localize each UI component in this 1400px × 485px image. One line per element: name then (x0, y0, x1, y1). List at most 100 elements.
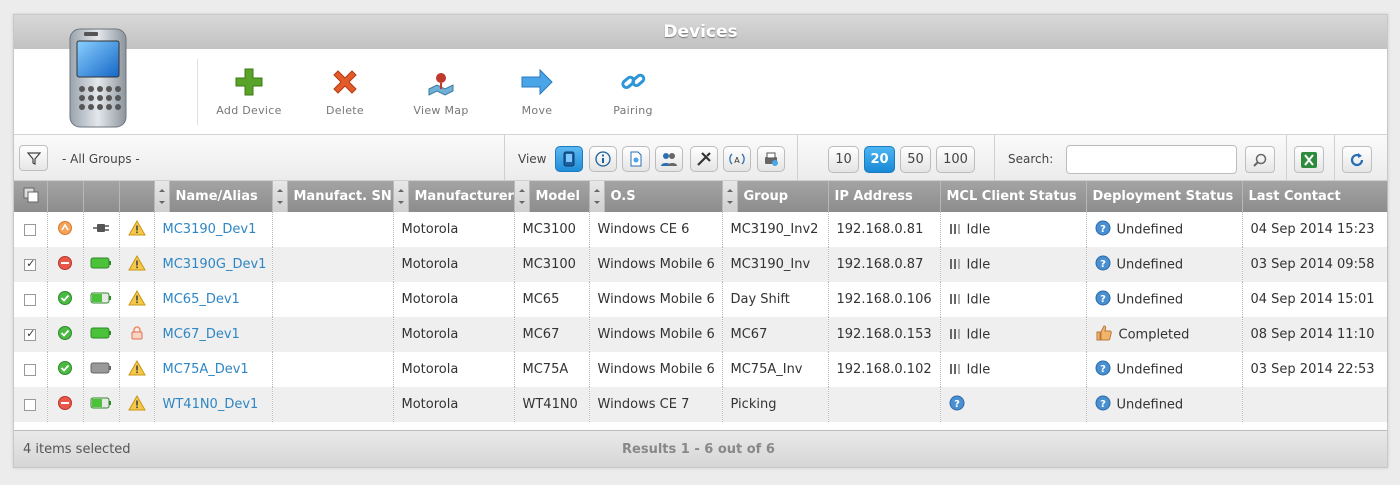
svg-text:A: A (734, 156, 740, 165)
page-size-20[interactable]: 20 (864, 146, 895, 173)
table-row[interactable]: MC75A_Dev1 Motorola MC75A Windows Mobile 6M… (14, 352, 1388, 387)
page-size-10[interactable]: 10 (828, 146, 859, 173)
pairing-button[interactable]: Pairing (588, 67, 678, 118)
view-device-button[interactable] (555, 146, 583, 172)
name-alias-header[interactable]: Name/Alias (154, 181, 273, 212)
mcl-status-cell: ? (940, 387, 1087, 422)
question-icon: ? (1095, 220, 1111, 240)
row-select-checkbox[interactable] (14, 247, 48, 282)
connection-status-icon (47, 247, 84, 282)
last-contact-cell: 03 Sep 2014 22:53 (1242, 352, 1388, 387)
signal-icon (949, 291, 961, 309)
last-contact-cell: 04 Sep 2014 15:01 (1242, 282, 1388, 317)
page-size-100[interactable]: 100 (936, 146, 975, 173)
info-icon (595, 151, 611, 167)
ip-address-cell: 192.168.0.87 (828, 247, 941, 282)
device-name-link[interactable]: MC67_Dev1 (154, 317, 273, 352)
export-excel-button[interactable] (1294, 146, 1324, 173)
table-footer: 4 items selected Results 1 - 6 out of 6 (14, 430, 1387, 467)
table-row[interactable]: MC3190G_Dev1 MotorolaMC3100Windows Mobile… (14, 247, 1388, 282)
table-header: Name/Alias Manufact. SN Manufacturer Mod… (14, 181, 1388, 212)
manufacturer-cell: Motorola (393, 212, 515, 247)
os-header[interactable]: O.S (589, 181, 723, 212)
devices-panel: Devices Add Device Delete View Map Move … (13, 14, 1388, 468)
status-header (47, 181, 84, 212)
add-device-button[interactable]: Add Device (204, 67, 294, 118)
power-status-icon (83, 387, 120, 422)
row-select-checkbox[interactable] (14, 282, 48, 317)
devices-table: Name/Alias Manufact. SN Manufacturer Mod… (14, 181, 1388, 422)
filter-divider (504, 135, 505, 181)
view-info-button[interactable] (589, 146, 617, 172)
row-select-checkbox[interactable] (14, 212, 48, 247)
view-tools-button[interactable] (690, 146, 718, 172)
manufacturer-cell: Motorola (393, 317, 515, 352)
select-all-header[interactable] (14, 181, 48, 212)
manufact-sn-cell (272, 247, 394, 282)
device-name-link[interactable]: MC65_Dev1 (154, 282, 273, 317)
row-select-checkbox[interactable] (14, 317, 48, 352)
device-name-link[interactable]: MC75A_Dev1 (154, 352, 273, 387)
plus-icon (235, 68, 263, 96)
view-wireless-button[interactable]: A (723, 146, 751, 172)
deployment-status-cell: ? Undefined (1086, 387, 1243, 422)
question-icon: ? (1095, 395, 1111, 415)
filter-divider (1286, 135, 1287, 181)
row-select-checkbox[interactable] (14, 352, 48, 387)
manufacturer-cell: Motorola (393, 352, 515, 387)
last-contact-cell: 04 Sep 2014 15:23 (1242, 212, 1388, 247)
delete-button[interactable]: Delete (300, 67, 390, 118)
power-status-icon (83, 247, 120, 282)
model-cell: MC3100 (514, 247, 590, 282)
device-name-link[interactable]: MC3190G_Dev1 (154, 247, 273, 282)
row-select-checkbox[interactable] (14, 387, 48, 422)
deployment-status-header[interactable]: Deployment Status (1086, 181, 1243, 212)
selection-count: 4 items selected (23, 442, 131, 457)
group-selector[interactable]: - All Groups - (62, 152, 140, 166)
table-row[interactable]: WT41N0_Dev1 Motorola WT41N0 Windows CE 7 Pic… (14, 387, 1388, 422)
page-size-50[interactable]: 50 (900, 146, 931, 173)
mcl-status-cell: Idle (940, 317, 1087, 352)
mcl-status-cell: Idle (940, 352, 1087, 387)
os-cell: Windows CE 6 (589, 212, 723, 247)
page-title: Devices (14, 15, 1387, 49)
move-label: Move (521, 104, 553, 117)
move-button[interactable]: Move (492, 67, 582, 118)
model-cell: MC67 (514, 317, 590, 352)
group-header[interactable]: Group (722, 181, 829, 212)
mcl-status-cell: Idle (940, 282, 1087, 317)
view-map-button[interactable]: View Map (396, 67, 486, 118)
deployment-status-cell: ? Undefined (1086, 247, 1243, 282)
power-status-icon (83, 352, 120, 387)
model-header[interactable]: Model (514, 181, 590, 212)
view-document-button[interactable] (622, 146, 650, 172)
device-name-link[interactable]: WT41N0_Dev1 (154, 387, 273, 422)
last-contact-header[interactable]: Last Contact (1242, 181, 1388, 212)
manufact-sn-cell (272, 352, 394, 387)
svg-text:?: ? (1100, 364, 1106, 375)
manufacturer-header[interactable]: Manufacturer (393, 181, 515, 212)
ip-address-header[interactable]: IP Address (828, 181, 941, 212)
manufact-sn-header[interactable]: Manufact. SN (272, 181, 394, 212)
table-row[interactable]: MC65_Dev1 Motorola MC65 Windows Mobile 6 Day… (14, 282, 1388, 317)
filter-button[interactable] (19, 145, 48, 171)
view-users-button[interactable] (655, 146, 683, 172)
manufact-sn-cell (272, 282, 394, 317)
move-arrow-icon (521, 68, 553, 96)
delete-x-icon (333, 70, 357, 94)
power-status-icon (83, 212, 120, 247)
refresh-button[interactable] (1342, 146, 1372, 173)
manufact-sn-cell (272, 387, 394, 422)
view-map-label: View Map (413, 104, 469, 117)
search-input[interactable] (1066, 145, 1237, 174)
manufacturer-cell: Motorola (393, 247, 515, 282)
ip-address-cell: 192.168.0.106 (828, 282, 941, 317)
search-button[interactable] (1245, 146, 1275, 173)
table-row[interactable]: MC3190_Dev1 Motorola MC3100 Windows CE 6 MC3… (14, 212, 1388, 247)
mcl-status-header[interactable]: MCL Client Status (940, 181, 1087, 212)
table-row[interactable]: MC67_Dev1MotorolaMC67Windows Mobile 6MC6… (14, 317, 1388, 352)
view-printer-button[interactable] (757, 146, 785, 172)
device-name-link[interactable]: MC3190_Dev1 (154, 212, 273, 247)
power-header (83, 181, 120, 212)
last-contact-cell (1242, 387, 1388, 422)
